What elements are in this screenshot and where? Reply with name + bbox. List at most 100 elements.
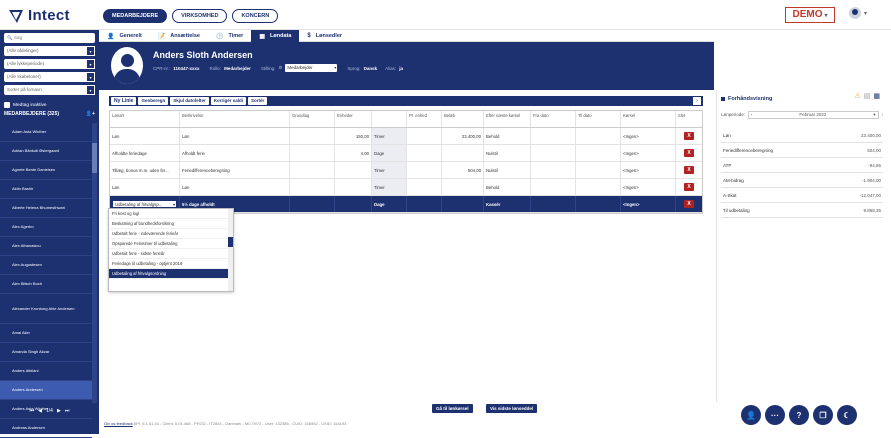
cell-from-date[interactable] [531, 162, 576, 178]
dropdown-scrollbar[interactable] [228, 209, 233, 291]
cell-to-date[interactable] [576, 145, 621, 161]
col-header[interactable]: Fra dato [531, 111, 576, 127]
gear-icon[interactable]: ⚙ [278, 65, 282, 71]
col-header[interactable]: Til dato [576, 111, 621, 127]
template-filter[interactable]: (Alle skabeloner) ▾ [4, 72, 95, 82]
employee-list-scrollbar[interactable] [92, 123, 97, 403]
chevron-left-icon[interactable]: ‹ [751, 112, 753, 117]
scrollbar-thumb[interactable] [228, 237, 233, 247]
tab-medarbejdere[interactable]: MEDARBEJDERE [103, 9, 168, 23]
delete-button[interactable]: X [684, 183, 694, 191]
sort-filter[interactable]: Sorter på fornavn ▾ [4, 85, 95, 95]
cell-from-date[interactable] [531, 196, 576, 212]
employee-item[interactable]: Agnete Bente Danielsen [0, 161, 92, 180]
user-menu[interactable]: ▾ [849, 7, 867, 19]
cell-units[interactable] [335, 196, 372, 212]
department-filter[interactable]: (Alle afdelinger) ▾ [4, 46, 95, 56]
cell-from-date[interactable] [531, 179, 576, 195]
col-header[interactable] [372, 111, 407, 127]
sort-button[interactable]: Sortér [248, 97, 268, 105]
col-header[interactable]: Beskrivelse [180, 111, 290, 127]
moon-icon[interactable]: ☾ [837, 405, 857, 425]
delete-button[interactable]: X [684, 132, 694, 140]
cell-to-date[interactable] [576, 128, 621, 144]
show-last-payslip-button[interactable]: Vis sidste lønseddel [486, 404, 538, 413]
employee-item[interactable]: Alex Augustesen [0, 256, 92, 275]
recalculate-button[interactable]: Genberegn [138, 97, 169, 105]
hide-date-fields-button[interactable]: Skjul datofelter [170, 97, 209, 105]
cell-units[interactable] [335, 162, 372, 178]
cell-basis[interactable] [290, 145, 335, 161]
cell-run[interactable]: <Ingen> [621, 128, 676, 144]
cell-per-unit[interactable] [407, 196, 442, 212]
dropdown-option[interactable]: Udbetalt ferie - sidste ferieår [109, 249, 233, 259]
cell-unit-type[interactable]: Dage [372, 196, 407, 212]
print-icon[interactable]: ▦ [873, 92, 880, 100]
col-header[interactable]: Enheder [335, 111, 372, 127]
prev-page-icon[interactable]: ◀ [38, 408, 42, 414]
cell-description[interactable]: Feriedifferenceberegning [180, 162, 290, 178]
employee-item[interactable]: Aldin Bashir [0, 180, 92, 199]
cell-basis[interactable] [290, 196, 335, 212]
employee-item[interactable]: Amanda Singh Akzar [0, 343, 92, 362]
tab-loendata[interactable]: ▦ Løndata [251, 30, 300, 42]
dropdown-option[interactable]: Beskatning af bundhedsforsikring [109, 219, 233, 229]
cell-unit-type[interactable]: Timer [372, 128, 407, 144]
cell-wage-type[interactable]: Løn [110, 128, 180, 144]
employee-item[interactable]: Anders Albilani [0, 362, 92, 381]
cell-to-date[interactable] [576, 162, 621, 178]
cell-per-unit[interactable] [407, 162, 442, 178]
cell-run[interactable]: <Ingen> [621, 196, 676, 212]
cycle-filter[interactable]: (Alle lykkeperiode) ▾ [4, 59, 95, 69]
next-page-icon[interactable]: ▶ [57, 408, 61, 414]
chevron-right-icon[interactable]: › [882, 112, 884, 117]
employee-item[interactable]: Alexander Kronborg Ahle Andersen [0, 294, 92, 324]
dropdown-option[interactable]: Fri kost og logi [109, 209, 233, 219]
tab-ansaettelse[interactable]: 📝 Ansættelse [150, 30, 208, 42]
employee-item[interactable]: Amal Akin [0, 324, 92, 343]
cell-amount[interactable] [442, 179, 484, 195]
cell-per-unit[interactable] [407, 145, 442, 161]
add-employee-icon[interactable]: 👤+ [86, 111, 95, 117]
cell-amount[interactable] [442, 145, 484, 161]
cell-description[interactable]: Løn [180, 128, 290, 144]
wage-type-select[interactable]: Udbetaling af fritvalgsp... [112, 200, 177, 209]
table-row[interactable]: Afholdte feriedage Afholdt ferie 4,00 Da… [110, 145, 702, 162]
document-icon[interactable]: ▤ [864, 92, 871, 100]
cell-basis[interactable] [290, 179, 335, 195]
cell-run[interactable]: <Ingen> [621, 162, 676, 178]
employee-item[interactable]: Alex Bitsch Buch [0, 275, 92, 294]
last-page-icon[interactable]: ⏭ [65, 408, 70, 414]
table-row[interactable]: Løn Løn Timer Behold <Ingen> X [110, 179, 702, 196]
cell-amount[interactable]: 504,00 [442, 162, 484, 178]
col-header[interactable]: Pr. enhed [407, 111, 442, 127]
first-page-icon[interactable]: ⏮ [30, 408, 35, 414]
employee-item[interactable]: Andreas Andersen [0, 419, 92, 438]
delete-button[interactable]: X [684, 166, 694, 174]
warning-icon[interactable]: ⚠ [854, 92, 860, 100]
cell-run[interactable]: <Ingen> [621, 179, 676, 195]
employee-item[interactable]: Alex Agerbo [0, 218, 92, 237]
delete-button[interactable]: X [684, 149, 694, 157]
col-header[interactable]: Kørsel [621, 111, 676, 127]
tab-koncern[interactable]: KONCERN [232, 9, 279, 23]
cell-after-run[interactable]: Kassér [484, 196, 531, 212]
employee-item[interactable]: Adam Asta Winther [0, 123, 92, 142]
cell-unit-type[interactable]: Timer [372, 179, 407, 195]
cell-description[interactable]: Løn [180, 179, 290, 195]
employee-item[interactable]: Alex Athanasiou [0, 237, 92, 256]
cell-from-date[interactable] [531, 145, 576, 161]
col-header[interactable]: Slet [676, 111, 702, 127]
employee-item-selected[interactable]: Anders Andersen [0, 381, 92, 400]
cell-after-run[interactable]: Behold [484, 179, 531, 195]
cell-to-date[interactable] [576, 196, 621, 212]
cell-after-run[interactable]: Behold [484, 128, 531, 144]
table-row[interactable]: Tillæg, bonus m.m. uden fer... Feriediff… [110, 162, 702, 179]
cell-amount[interactable] [442, 196, 484, 212]
col-header[interactable]: Grundlag [290, 111, 335, 127]
cell-description[interactable]: Afholdt ferie [180, 145, 290, 161]
cell-amount[interactable]: 23.400,00 [442, 128, 484, 144]
cell-unit-type[interactable]: Dage [372, 145, 407, 161]
tab-timer[interactable]: 🕒 Timer [208, 30, 251, 42]
cell-run[interactable]: <Ingen> [621, 145, 676, 161]
